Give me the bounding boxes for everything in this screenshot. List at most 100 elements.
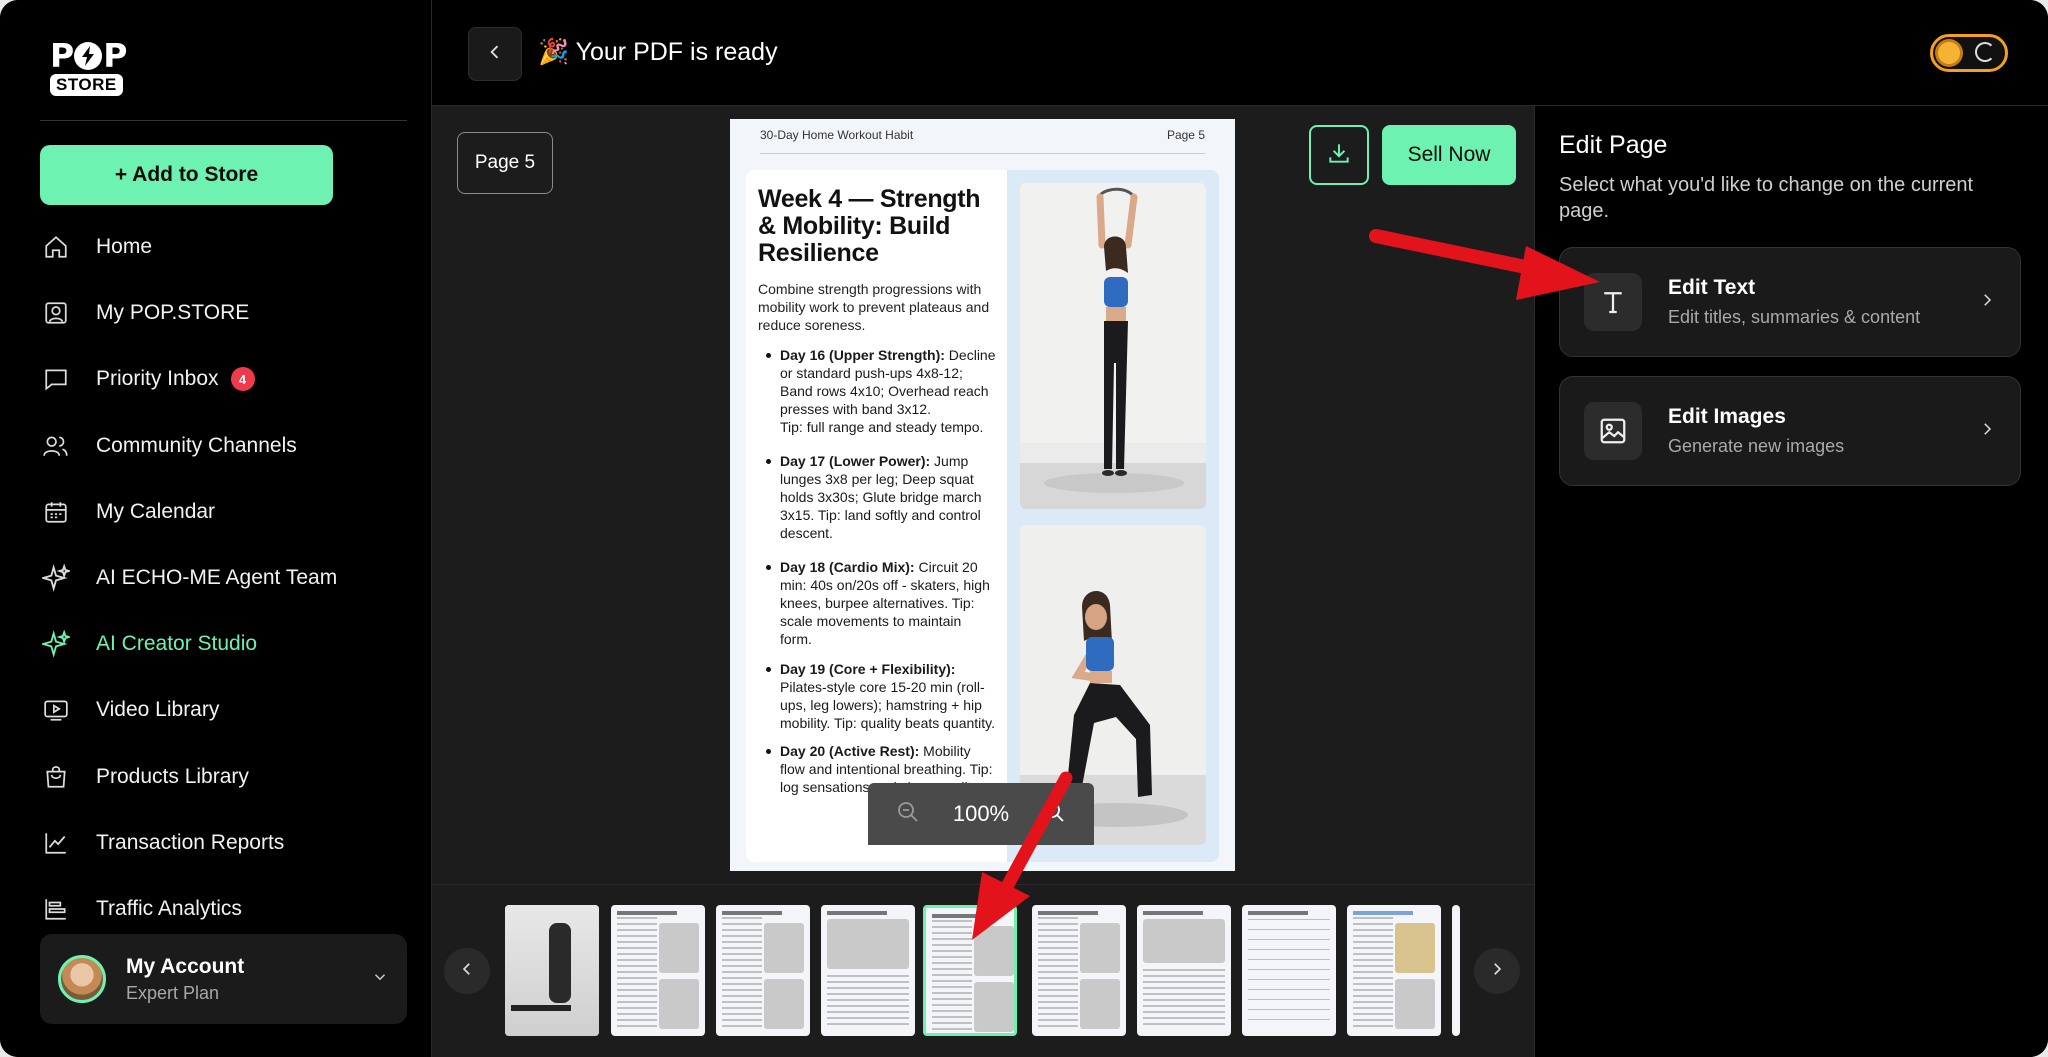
option-name: Edit Text — [1668, 276, 1756, 299]
page-title: 🎉 Your PDF is ready — [538, 38, 778, 66]
list-item: Day 18 (Cardio Mix): Circuit 20 min: 40s… — [758, 558, 997, 648]
download-icon — [1326, 140, 1352, 171]
account-name: My Account — [126, 954, 245, 978]
sidebar-item-label: Traffic Analytics — [96, 896, 242, 920]
zoom-controls: 100% — [868, 783, 1094, 845]
zoom-out-icon[interactable] — [896, 800, 920, 829]
sidebar-item-label: Home — [96, 235, 153, 259]
option-desc: Generate new images — [1668, 436, 1845, 456]
panel-subtitle: Select what you'd like to change on the … — [1559, 174, 1974, 222]
bar-chart-icon — [40, 893, 72, 925]
option-desc: Edit titles, summaries & content — [1668, 307, 1921, 327]
sidebar-item-label: Transaction Reports — [96, 830, 285, 854]
page-thumbnail-6[interactable] — [1032, 905, 1126, 1036]
pdf-day-list: Day 16 (Upper Strength): Decline or stan… — [758, 346, 997, 796]
sidebar-item-video-library[interactable]: Video Library — [40, 677, 420, 743]
chevron-left-icon — [458, 960, 476, 983]
page-thumbnail-2[interactable] — [611, 905, 705, 1036]
sparkle-icon — [40, 562, 72, 594]
sell-now-button[interactable]: Sell Now — [1382, 125, 1516, 185]
pdf-content-card: Week 4 — Strength & Mobility: Build Resi… — [746, 170, 1219, 862]
chevron-down-icon — [371, 968, 389, 991]
chevron-right-icon — [1978, 420, 1996, 443]
thumbnails-prev-button[interactable] — [444, 948, 490, 994]
page-indicator: Page 5 — [457, 132, 553, 194]
sidebar-item-home[interactable]: Home — [40, 214, 420, 280]
edit-page-panel: Edit Page Select what you'd like to chan… — [1534, 106, 2048, 1057]
image-icon — [1584, 402, 1642, 460]
sidebar-item-label: AI ECHO-ME Agent Team — [96, 566, 338, 590]
bolt-icon — [74, 42, 103, 70]
pdf-viewer: Page 5 30-Day Home Workout Habit Page 5 … — [432, 106, 1534, 884]
pdf-heading: Week 4 — Strength & Mobility: Build Resi… — [758, 185, 981, 267]
sidebar-item-traffic-analytics[interactable]: Traffic Analytics — [40, 876, 420, 942]
sidebar-item-label: My POP.STORE — [96, 301, 250, 325]
avatar — [58, 955, 106, 1003]
sidebar-item-label: Video Library — [96, 698, 220, 722]
pop-store-logo[interactable]: P P STORE — [50, 38, 146, 96]
chart-line-icon — [40, 827, 72, 859]
sidebar-item-ai-creator-studio[interactable]: AI Creator Studio — [40, 611, 420, 677]
workout-photo-band[interactable] — [1020, 183, 1206, 509]
sidebar-nav: Home My POP.STORE Priority Inbox 4 Commu… — [40, 214, 420, 942]
download-button[interactable] — [1309, 125, 1369, 185]
account-menu[interactable]: My Account Expert Plan — [40, 934, 407, 1024]
app-window: P P STORE + Add to Store Home My POP.STO… — [0, 0, 2048, 1057]
page-thumbnail-10-partial[interactable] — [1452, 905, 1460, 1036]
page-thumbnail-strip — [432, 884, 1534, 1057]
bag-icon — [40, 761, 72, 793]
store-profile-icon — [40, 297, 72, 329]
pdf-header-title: 30-Day Home Workout Habit — [760, 128, 914, 142]
pdf-lead: Combine strength progressions with mobil… — [758, 281, 990, 333]
sidebar-item-label: AI Creator Studio — [96, 632, 258, 656]
edit-images-option[interactable]: Edit Images Generate new images — [1559, 376, 2021, 486]
logo-store-text: STORE — [50, 74, 123, 96]
chat-icon — [40, 363, 72, 395]
sidebar-item-label: Priority Inbox — [96, 367, 219, 391]
unread-badge: 4 — [230, 367, 255, 392]
sidebar-item-label: My Calendar — [96, 499, 216, 523]
zoom-level: 100% — [952, 801, 1010, 826]
sidebar-item-my-calendar[interactable]: My Calendar — [40, 479, 420, 545]
text-icon — [1584, 273, 1642, 331]
sidebar: P P STORE + Add to Store Home My POP.STO… — [0, 0, 432, 1057]
page-thumbnail-9[interactable] — [1347, 905, 1441, 1036]
pdf-page: 30-Day Home Workout Habit Page 5 Week 4 … — [730, 119, 1235, 871]
list-item: Day 16 (Upper Strength): Decline or stan… — [758, 346, 997, 436]
panel-title: Edit Page — [1559, 131, 1668, 159]
sidebar-item-priority-inbox[interactable]: Priority Inbox 4 — [40, 346, 420, 412]
page-thumbnail-4[interactable] — [821, 905, 915, 1036]
pdf-header-page: Page 5 — [1166, 128, 1205, 142]
back-button[interactable] — [468, 27, 522, 81]
chevron-right-icon — [1978, 291, 1996, 314]
list-item: Day 17 (Lower Power): Jump lunges 3x8 pe… — [758, 452, 997, 542]
edit-text-option[interactable]: Edit Text Edit titles, summaries & conte… — [1559, 247, 2021, 357]
sidebar-item-label: Community Channels — [96, 433, 297, 457]
calendar-icon — [40, 496, 72, 528]
thumbnails-next-button[interactable] — [1474, 948, 1520, 994]
sidebar-item-label: Products Library — [96, 764, 249, 788]
page-thumbnail-8[interactable] — [1242, 905, 1336, 1036]
sidebar-item-ai-echo-me-agent-team[interactable]: AI ECHO-ME Agent Team — [40, 545, 420, 611]
chevron-left-icon — [485, 42, 505, 67]
page-thumbnail-5[interactable] — [923, 905, 1017, 1036]
video-icon — [40, 694, 72, 726]
sidebar-item-my-pop-store[interactable]: My POP.STORE — [40, 280, 420, 346]
coin-icon — [1935, 39, 1963, 67]
sparkle-icon — [40, 628, 72, 660]
page-thumbnail-7[interactable] — [1137, 905, 1231, 1036]
divider — [40, 120, 407, 121]
zoom-in-icon[interactable] — [1042, 800, 1066, 829]
page-thumbnail-3[interactable] — [716, 905, 810, 1036]
sidebar-item-products-library[interactable]: Products Library — [40, 744, 420, 810]
pdf-text-column[interactable]: Week 4 — Strength & Mobility: Build Resi… — [746, 170, 1007, 862]
account-plan: Expert Plan — [126, 982, 220, 1003]
credits-toggle[interactable] — [1930, 34, 2008, 72]
add-to-store-button[interactable]: + Add to Store — [40, 145, 333, 205]
page-thumbnail-1[interactable] — [505, 905, 599, 1036]
pdf-header: 30-Day Home Workout Habit Page 5 — [760, 128, 1205, 154]
sidebar-item-transaction-reports[interactable]: Transaction Reports — [40, 810, 420, 876]
refresh-icon — [1975, 42, 1995, 62]
chevron-right-icon — [1488, 960, 1506, 983]
sidebar-item-community-channels[interactable]: Community Channels — [40, 413, 420, 479]
